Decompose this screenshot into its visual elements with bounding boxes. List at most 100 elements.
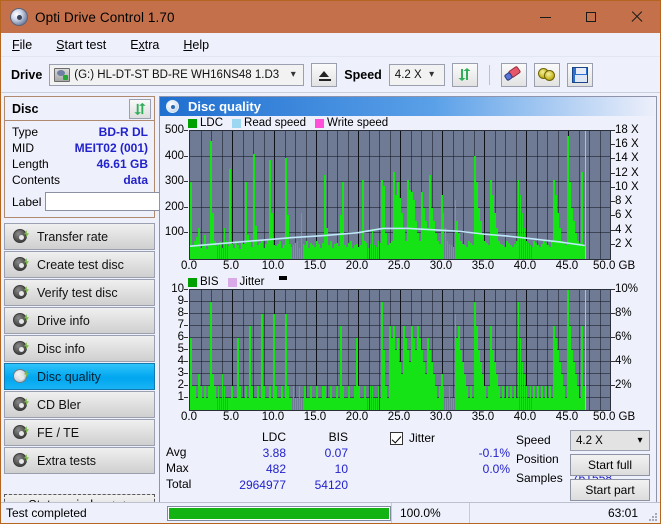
jitter-avg-value: -0.1%: [478, 446, 510, 460]
drive-select[interactable]: (G:) HL-DT-ST BD-RE WH16NS48 1.D3 ▾: [49, 63, 305, 86]
menu-help[interactable]: Help: [180, 36, 212, 54]
close-button[interactable]: [614, 1, 660, 33]
y2-tick-mark: [611, 243, 615, 245]
ldc-plot[interactable]: [189, 130, 611, 260]
minimize-button[interactable]: [522, 1, 568, 33]
menu-file-rest: ile: [19, 37, 33, 52]
disc-row-type-value: BD-R DL: [98, 125, 148, 139]
erase-button[interactable]: [500, 62, 527, 87]
discs-button[interactable]: [533, 62, 560, 87]
y2-tick-label: 2%: [615, 379, 632, 391]
legend-label: Jitter: [239, 276, 265, 288]
sidebar-item-label: Disc info: [37, 341, 85, 356]
minimize-icon: [539, 16, 551, 18]
refresh-button[interactable]: [451, 62, 478, 87]
x-tick-label: 20.0: [345, 411, 369, 423]
disc-row-type: Type BD-R DL: [12, 124, 148, 140]
speed-label: Speed: [344, 67, 382, 82]
legend-label: BIS: [200, 276, 219, 288]
position-key: Position: [516, 451, 559, 466]
bis-plot-area: 1 2 3 4 5 6 7 8 9 10 2% 4% 6% 8% 10%: [160, 283, 656, 411]
x-tick-label: 25.0: [387, 411, 411, 423]
grid-line: [326, 290, 328, 410]
legend-label: LDC: [200, 117, 224, 129]
sidebar-item-extra-tests[interactable]: Extra tests: [4, 447, 155, 474]
stats-panel: Avg Max Total LDC BIS 3.88 0.07 482 10 2…: [160, 426, 656, 502]
sidebar-item-disc-info[interactable]: Disc info: [4, 335, 155, 362]
disc-row-contents: Contents data: [12, 172, 148, 188]
app-icon: [10, 8, 28, 26]
legend-swatch-icon: [227, 277, 237, 287]
grid-line: [190, 301, 610, 302]
bis-plot[interactable]: [189, 289, 611, 411]
disc-label-key: Label: [12, 194, 42, 209]
disc-icon: [12, 425, 29, 440]
start-part-button[interactable]: Start part: [570, 479, 650, 501]
sidebar-item-verify-test-disc[interactable]: Verify test disc: [4, 279, 155, 306]
grid-line: [599, 290, 601, 410]
y2-tick-label: 10%: [615, 283, 639, 295]
menu-extra[interactable]: Extra: [127, 36, 162, 54]
save-button[interactable]: [566, 62, 593, 87]
y-tick-mark: [184, 373, 188, 374]
position-marker: [584, 290, 586, 410]
bis-y-axis-left: 1 2 3 4 5 6 7 8 9 10: [160, 283, 188, 411]
disc-panel-header: Disc: [5, 97, 154, 121]
sidebar-item-fe-te[interactable]: FE / TE: [4, 419, 155, 446]
jitter-checkbox[interactable]: [390, 431, 403, 445]
y-tick-mark: [184, 155, 188, 157]
test-speed-value: 4.2 X: [576, 434, 603, 447]
ldc-x-axis: 0.0 5.0 10.0 15.0 20.0 25.0 30.0 35.0 40.0 45.0 50…: [160, 260, 656, 275]
y-tick-mark: [184, 337, 188, 338]
legend-swatch-icon: [232, 118, 242, 128]
eraser-icon: [503, 65, 522, 82]
y2-tick-mark: [611, 144, 615, 146]
speed-select[interactable]: 4.2 X ▾: [388, 63, 445, 86]
disc-icon: [12, 453, 29, 468]
test-speed-select[interactable]: 4.2 X ▾: [570, 430, 650, 451]
x-tick-label: 0.0: [181, 411, 197, 423]
window-controls: [522, 1, 660, 33]
bis-chart: BIS Jitter 1 2 3 4 5 6 7 8 9 10 2% 4% 6% 8% 10% 0.0 5.…: [160, 275, 656, 426]
elapsed-time: 63:01: [469, 502, 646, 523]
grid-line: [253, 290, 254, 410]
eject-button[interactable]: [311, 62, 338, 87]
menu-start-test[interactable]: Start test: [53, 36, 109, 54]
x-tick-label: 5.0: [223, 260, 239, 272]
disc-refresh-button[interactable]: [129, 98, 151, 119]
app-window: Opti Drive Control 1.70 File Start test …: [0, 0, 661, 524]
stats-label-total: Total: [166, 477, 192, 491]
grid-line: [547, 290, 548, 410]
legend-label: Read speed: [244, 117, 307, 129]
stats-ldc-avg: 3.88: [262, 446, 286, 460]
y-tick-mark: [184, 385, 188, 386]
x-tick-label: 50.0 GB: [592, 411, 636, 423]
nav-list: Transfer rate Create test disc Verify te…: [4, 223, 155, 474]
legend-item-ldc: LDC: [188, 117, 223, 129]
sidebar-item-create-test-disc[interactable]: Create test disc: [4, 251, 155, 278]
menu-file[interactable]: File: [9, 36, 35, 54]
samples-key: Samples: [516, 470, 563, 485]
maximize-button[interactable]: [568, 1, 614, 33]
sidebar-item-transfer-rate[interactable]: Transfer rate: [4, 223, 155, 250]
start-full-button[interactable]: Start full: [570, 454, 650, 476]
y2-tick-label: 14 X: [615, 152, 639, 165]
drive-toolbar: Drive (G:) HL-DT-ST BD-RE WH16NS48 1.D3 …: [1, 57, 660, 93]
ldc-plot-area: 100 200 300 400 500 2 X4 X6 X8 X 10 X 12 X 14 X…: [160, 124, 656, 260]
grid-line: [242, 290, 244, 410]
x-tick-label: 20.0: [345, 260, 369, 272]
y2-tick-label: 8%: [615, 307, 632, 319]
resize-grip[interactable]: [646, 503, 660, 524]
x-tick-label: 40.0: [513, 260, 537, 272]
legend-item-read-speed: Read speed: [232, 117, 306, 129]
y-tick-mark: [184, 301, 188, 302]
jitter-header: Jitter: [390, 430, 510, 446]
grid-line: [190, 325, 610, 326]
x-tick-label: 25.0: [387, 260, 411, 272]
sidebar-item-label: Disc quality: [37, 369, 101, 384]
sidebar-item-cd-bler[interactable]: CD Bler: [4, 391, 155, 418]
sidebar-item-drive-info[interactable]: Drive info: [4, 307, 155, 334]
y-tick-mark: [184, 397, 188, 398]
sidebar-item-disc-quality[interactable]: Disc quality: [4, 363, 155, 390]
ldc-y-axis-left: 100 200 300 400 500: [160, 124, 188, 260]
